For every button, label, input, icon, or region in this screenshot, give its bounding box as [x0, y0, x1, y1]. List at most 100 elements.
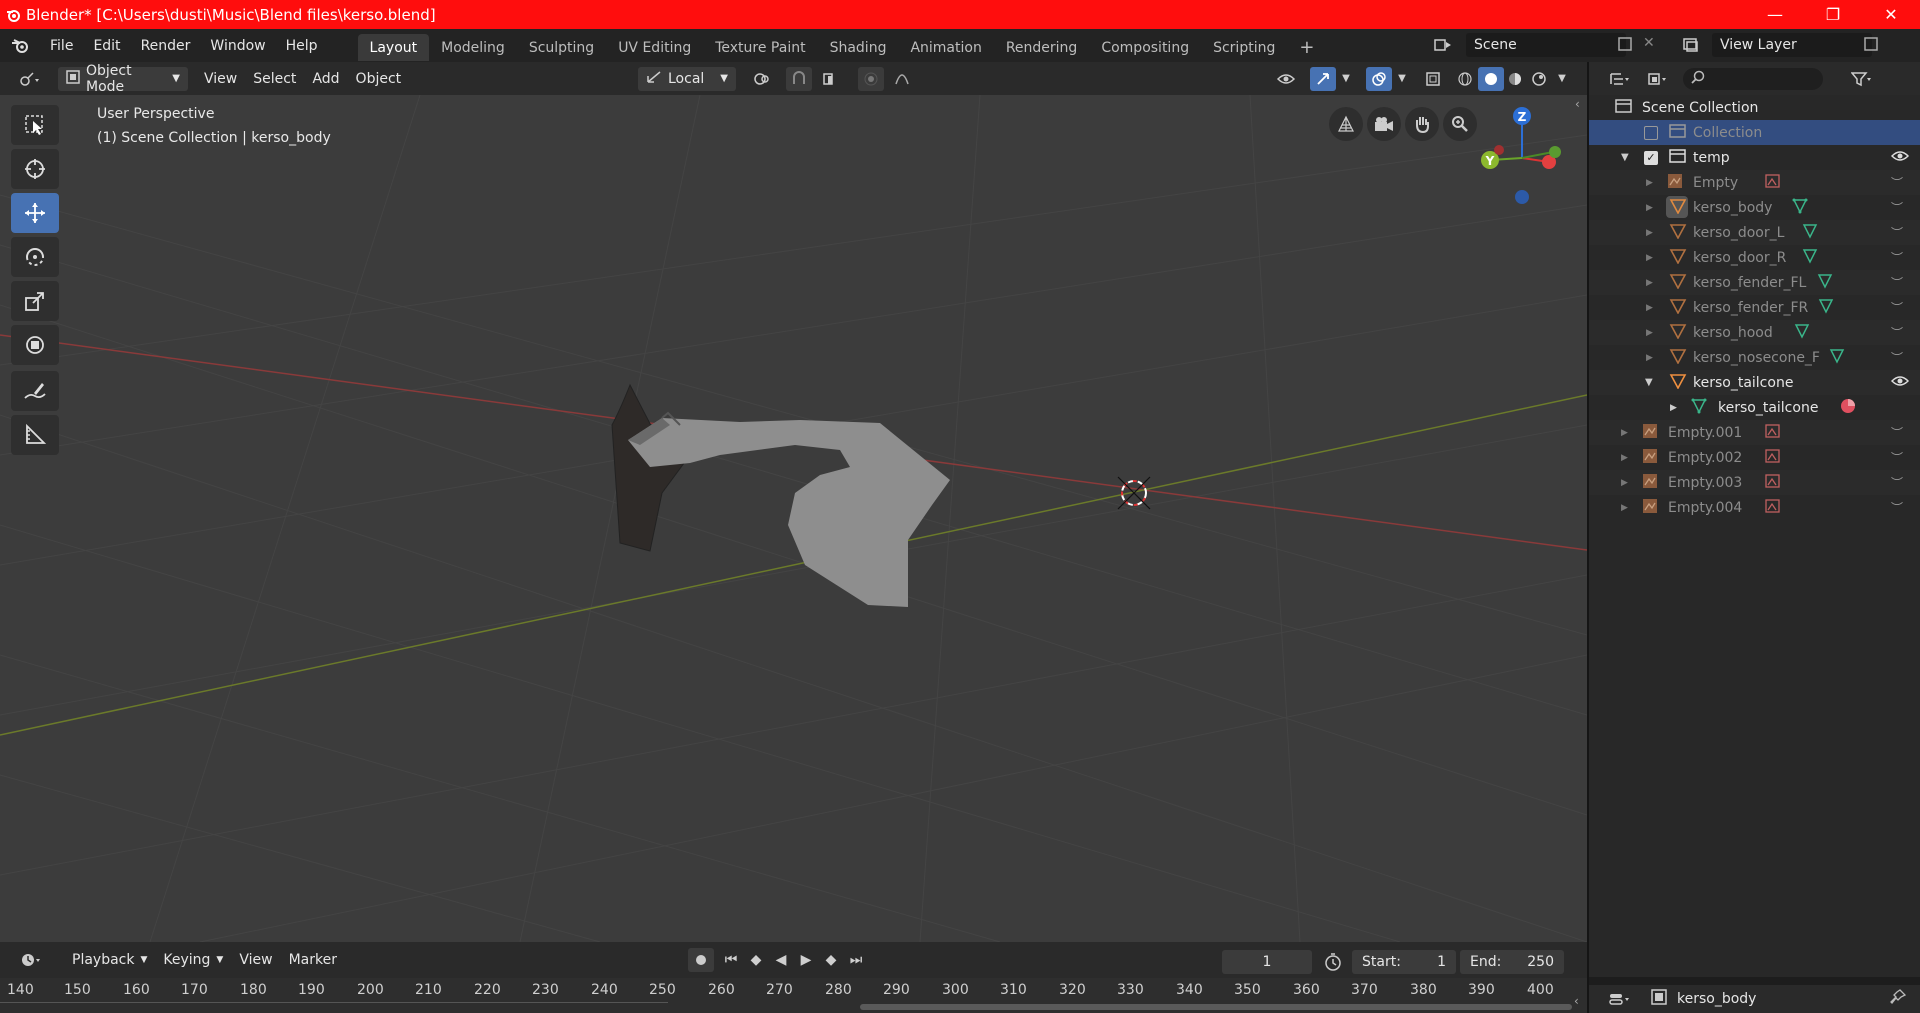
close-button[interactable]: ✕: [1862, 0, 1920, 29]
3d-viewport[interactable]: User Perspective (1) Scene Collection | …: [0, 95, 1587, 942]
outliner-row-scene-collection[interactable]: Scene Collection: [1589, 95, 1920, 120]
tab-rendering[interactable]: Rendering: [994, 34, 1090, 61]
snap-toggle-icon[interactable]: [786, 66, 812, 91]
menu-file[interactable]: File: [40, 29, 83, 62]
display-mode-icon[interactable]: [1639, 67, 1677, 91]
cursor-tool-icon[interactable]: [11, 149, 59, 189]
proportional-falloff-icon[interactable]: [886, 67, 922, 91]
new-view-layer-icon[interactable]: [1862, 35, 1882, 55]
expand-arrow-icon[interactable]: ▶: [1646, 253, 1653, 263]
expand-arrow-icon[interactable]: ▶: [1646, 178, 1653, 188]
gizmo-neg-z-axis[interactable]: [1515, 190, 1529, 204]
outliner-row-kerso-fender-fr[interactable]: ▶ kerso_fender_FR ︶: [1589, 295, 1920, 320]
pin-icon[interactable]: [1890, 989, 1907, 1009]
outliner-row-kerso-hood[interactable]: ▶ kerso_hood ︶: [1589, 320, 1920, 345]
end-frame-field[interactable]: End: 250: [1460, 950, 1564, 974]
expand-arrow-icon[interactable]: ▶: [1621, 478, 1628, 488]
editor-type-icon[interactable]: [10, 67, 50, 91]
expand-arrow-icon[interactable]: ▶: [1646, 228, 1653, 238]
chevron-down-icon[interactable]: ▼: [1552, 67, 1572, 91]
pivot-point-icon[interactable]: [746, 67, 780, 91]
exclude-checkbox-checked[interactable]: ✓: [1644, 150, 1658, 165]
tab-modeling[interactable]: Modeling: [429, 34, 517, 61]
wireframe-shading-icon[interactable]: [1452, 67, 1478, 91]
tab-animation[interactable]: Animation: [898, 34, 993, 61]
eye-hidden-icon[interactable]: ︶: [1891, 174, 1903, 191]
expand-arrow-icon[interactable]: ▶: [1646, 203, 1653, 213]
measure-tool-icon[interactable]: [11, 415, 59, 455]
timeline-editor-type-icon[interactable]: [12, 948, 50, 972]
blender-menu-icon[interactable]: [0, 29, 40, 62]
scroll-arrow-icon[interactable]: ‹: [1574, 994, 1579, 1008]
eye-visible-icon[interactable]: [1890, 375, 1910, 391]
select-box-tool-icon[interactable]: [11, 105, 59, 145]
expand-arrow-icon[interactable]: ▶: [1646, 278, 1653, 288]
eye-hidden-icon[interactable]: ︶: [1891, 499, 1903, 516]
prev-keyframe-icon[interactable]: ◆: [743, 948, 769, 972]
timeline-menu-marker[interactable]: Marker: [281, 948, 345, 972]
tab-shading[interactable]: Shading: [818, 34, 899, 61]
eye-hidden-icon[interactable]: ︶: [1891, 249, 1903, 266]
eye-hidden-icon[interactable]: ︶: [1891, 449, 1903, 466]
eye-hidden-icon[interactable]: ︶: [1891, 199, 1903, 216]
tab-uv-editing[interactable]: UV Editing: [606, 34, 703, 61]
navigation-gizmo[interactable]: Z Y: [1470, 95, 1580, 215]
minimize-button[interactable]: —: [1746, 0, 1804, 29]
chevron-down-icon[interactable]: ▼: [1336, 67, 1356, 91]
outliner-row-empty[interactable]: ▶ Empty ︶: [1589, 170, 1920, 195]
exclude-checkbox[interactable]: [1644, 125, 1658, 140]
tab-compositing[interactable]: Compositing: [1089, 34, 1201, 61]
gizmo-neg-x-axis[interactable]: [1494, 145, 1504, 155]
scene-name-field[interactable]: Scene: [1466, 33, 1626, 57]
timeline-scrollbar[interactable]: [860, 1004, 1572, 1010]
viewport-menu-select[interactable]: Select: [245, 67, 304, 91]
play-reverse-icon[interactable]: ◀: [768, 948, 794, 972]
rotate-tool-icon[interactable]: [11, 237, 59, 277]
outliner-search-input[interactable]: [1683, 67, 1823, 90]
kerso-body-mesh[interactable]: [611, 383, 950, 607]
menu-render[interactable]: Render: [131, 29, 201, 62]
scene-selector-icon[interactable]: [1428, 33, 1458, 57]
outliner-row-empty-002[interactable]: ▶ Empty.002 ︶: [1589, 445, 1920, 470]
expand-arrow-icon[interactable]: ▶: [1646, 328, 1653, 338]
eye-hidden-icon[interactable]: ︶: [1891, 349, 1903, 366]
rendered-shading-icon[interactable]: [1526, 67, 1552, 91]
viewport-menu-add[interactable]: Add: [304, 67, 347, 91]
overlays-toggle-icon[interactable]: [1366, 66, 1392, 91]
expand-arrow-icon[interactable]: ▼: [1621, 152, 1629, 163]
eye-hidden-icon[interactable]: ︶: [1891, 274, 1903, 291]
outliner-row-kerso-fender-fl[interactable]: ▶ kerso_fender_FL ︶: [1589, 270, 1920, 295]
start-frame-field[interactable]: Start: 1: [1352, 950, 1456, 974]
play-icon[interactable]: ▶: [793, 948, 819, 972]
view-layer-field[interactable]: View Layer: [1712, 33, 1872, 57]
move-tool-icon[interactable]: [11, 193, 59, 233]
jump-end-icon[interactable]: ⏭: [843, 948, 869, 972]
eye-hidden-icon[interactable]: ︶: [1891, 224, 1903, 241]
maximize-button[interactable]: ❐: [1804, 0, 1862, 29]
chevron-down-icon[interactable]: ▼: [1392, 67, 1412, 91]
outliner-row-kerso-nosecone-f[interactable]: ▶ kerso_nosecone_F ︶: [1589, 345, 1920, 370]
tab-layout[interactable]: Layout: [357, 34, 430, 61]
eye-visible-icon[interactable]: [1890, 150, 1910, 166]
record-button-icon[interactable]: [688, 948, 714, 972]
jump-start-icon[interactable]: ⏮: [718, 948, 744, 972]
snap-target-icon[interactable]: [814, 67, 850, 91]
camera-view-icon[interactable]: [1367, 107, 1401, 141]
transform-orientation-dropdown[interactable]: Local ▼: [638, 66, 736, 91]
sidebar-toggle-icon[interactable]: ‹: [1575, 97, 1580, 111]
material-preview-icon[interactable]: [1502, 67, 1528, 91]
tab-texture-paint[interactable]: Texture Paint: [703, 34, 817, 61]
collapse-arrow-icon[interactable]: ▼: [1645, 377, 1653, 388]
outliner-row-kerso-tailcone-mesh[interactable]: ▶ kerso_tailcone: [1589, 395, 1920, 420]
add-workspace-button[interactable]: +: [1287, 34, 1326, 61]
grid-view-icon[interactable]: [1329, 107, 1363, 141]
outliner-row-kerso-door-l[interactable]: ▶ kerso_door_L ︶: [1589, 220, 1920, 245]
eye-hidden-icon[interactable]: ︶: [1891, 474, 1903, 491]
outliner-row-empty-001[interactable]: ▶ Empty.001 ︶: [1589, 420, 1920, 445]
solid-shading-icon[interactable]: [1478, 66, 1504, 91]
expand-arrow-icon[interactable]: ▶: [1646, 353, 1653, 363]
delete-scene-icon[interactable]: ✕: [1643, 35, 1663, 55]
expand-arrow-icon[interactable]: ▶: [1621, 503, 1628, 513]
proportional-editing-icon[interactable]: [858, 66, 884, 91]
timeline-menu-keying[interactable]: Keying ▼: [155, 948, 231, 972]
